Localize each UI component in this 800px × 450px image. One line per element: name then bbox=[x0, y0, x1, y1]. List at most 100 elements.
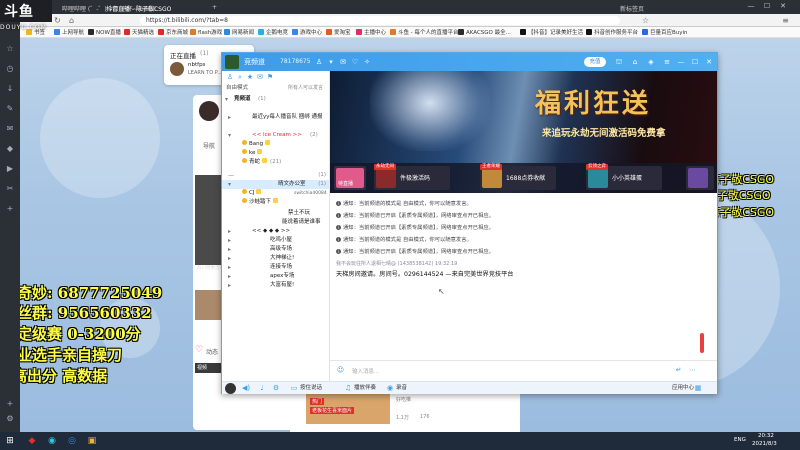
star-icon[interactable]: ☆ bbox=[5, 44, 15, 54]
heart-icon[interactable]: ♡ bbox=[195, 345, 203, 355]
chevron-icon[interactable]: ▾ bbox=[326, 57, 336, 67]
menu-icon[interactable]: ≡ bbox=[780, 15, 791, 26]
shop-icon[interactable]: ⛫ bbox=[614, 57, 624, 67]
promo-card[interactable]: 永劫无间 件极激活码 bbox=[374, 164, 450, 190]
channel-row[interactable]: 禁土不玩 bbox=[222, 209, 330, 218]
skin-icon[interactable]: ◈ bbox=[646, 57, 656, 67]
chat-input-area[interactable]: ☺ 输入消息... ↵ ⋯ bbox=[330, 361, 717, 381]
close-button[interactable]: ✕ bbox=[776, 2, 790, 12]
user-icon[interactable]: ♙ bbox=[226, 73, 234, 81]
feed-tab[interactable]: 视频 bbox=[195, 363, 223, 373]
chat-input-placeholder[interactable]: 输入消息... bbox=[352, 367, 379, 375]
bookmark-item[interactable]: 主播中心 bbox=[356, 28, 386, 36]
expand-icon[interactable]: ▸ bbox=[228, 245, 231, 254]
recharge-button[interactable]: 充值 bbox=[584, 57, 606, 67]
channel-row[interactable]: ▸ 高级专场 bbox=[222, 245, 330, 254]
minimize-button[interactable]: — bbox=[744, 2, 758, 12]
url-input[interactable]: https://t.bilibili.com/?tab=8 bbox=[140, 16, 620, 25]
settings-icon[interactable]: ⚙ bbox=[272, 384, 282, 393]
clock-date[interactable]: 2021/8/3 bbox=[752, 441, 777, 447]
channel-row[interactable]: ▸ 大神梯让! bbox=[222, 254, 330, 263]
chat-icon[interactable]: ✉ bbox=[5, 124, 15, 134]
push-to-talk-button[interactable]: ▭ 按住说话 bbox=[290, 384, 322, 393]
avatar[interactable] bbox=[225, 383, 236, 394]
user-row[interactable]: CJ switchia40084 bbox=[222, 189, 330, 198]
channel-row[interactable]: — (1) bbox=[222, 171, 330, 180]
maximize-icon[interactable]: ☐ bbox=[690, 57, 700, 67]
download-icon[interactable]: ↓ bbox=[5, 84, 15, 94]
message-sender[interactable]: 我不会玩往所人退相七晴@ (1438538142) 19:32:19 bbox=[336, 260, 457, 267]
expand-icon[interactable]: ▸ bbox=[228, 113, 231, 122]
send-icon[interactable]: ↵ bbox=[674, 366, 683, 375]
promo-card[interactable]: 王者荣耀 1688点券收献 bbox=[480, 164, 556, 190]
expand-icon[interactable]: ▸ bbox=[228, 254, 231, 263]
browser-icon[interactable]: ◎ bbox=[66, 435, 78, 447]
channel-row[interactable]: ▸ 连接专场 bbox=[222, 263, 330, 272]
user-row[interactable]: 沙蛙踏下 bbox=[222, 198, 330, 207]
channel-row[interactable]: ▸ 最近yy每人播音队 捆绑 通报 bbox=[222, 113, 330, 122]
user-row[interactable]: Bang bbox=[222, 140, 330, 149]
star-icon[interactable]: ★ bbox=[246, 73, 254, 81]
clip-icon[interactable]: ✂ bbox=[5, 184, 15, 194]
bookmark-item[interactable]: 巨量百应Buyin bbox=[642, 28, 688, 36]
bookmark-item[interactable]: 爱淘宝 bbox=[326, 28, 351, 36]
sign-icon[interactable]: ✧ bbox=[362, 57, 372, 67]
menu-icon[interactable]: ≡ bbox=[662, 57, 672, 67]
bookmark-item[interactable]: AKACSGO 最全... bbox=[458, 28, 511, 36]
expand-icon[interactable]: ▸ bbox=[228, 227, 231, 236]
game-icon[interactable]: ◆ bbox=[5, 144, 15, 154]
video-thumbnail[interactable] bbox=[195, 290, 221, 320]
expand-icon[interactable]: ▸ bbox=[228, 272, 231, 281]
browser-tab[interactable]: 新标签页 bbox=[614, 2, 674, 14]
minimize-icon[interactable]: — bbox=[676, 57, 686, 67]
channel-row[interactable]: ▾ << Ice Cream >> (2) bbox=[222, 131, 330, 140]
collapse-icon[interactable]: ▾ bbox=[228, 180, 231, 189]
search-icon[interactable]: ⌕ bbox=[236, 73, 244, 81]
music-button[interactable]: ♫ 播放伴奏 bbox=[344, 384, 376, 393]
mail-icon[interactable]: ✉ bbox=[338, 57, 348, 67]
note-icon[interactable]: ✎ bbox=[5, 104, 15, 114]
promo-card[interactable]: 待直播 bbox=[334, 166, 366, 190]
collapse-icon[interactable]: ▾ bbox=[225, 95, 228, 104]
bookmark-item[interactable]: flash游戏 bbox=[190, 28, 222, 36]
feed-card[interactable]: 热门 老板花生喜米面片 好吃推 1.1万 176 bbox=[290, 392, 520, 432]
promo-card[interactable] bbox=[686, 166, 714, 190]
person-icon[interactable]: ♙ bbox=[314, 57, 324, 67]
windows-start-icon[interactable]: ⊞ bbox=[4, 435, 16, 447]
add-icon[interactable]: + bbox=[5, 204, 15, 214]
bookmark-item[interactable]: 天猫精选 bbox=[124, 28, 154, 36]
star-icon[interactable]: ☆ bbox=[640, 15, 651, 26]
bookmark-item[interactable]: 上网导航 bbox=[54, 28, 84, 36]
bookmark-item[interactable]: 企鹅电竞 bbox=[258, 28, 288, 36]
browser-tab-active[interactable]: 抖音直播 - 陈子敬CSGO bbox=[100, 2, 200, 14]
channel-row[interactable]: ▸ << ◆ ◆ ◆ >> bbox=[222, 227, 330, 236]
clock-time[interactable]: 20:32 bbox=[758, 433, 774, 439]
home-icon[interactable]: ⌂ bbox=[630, 57, 640, 67]
bookmark-item[interactable]: 游戏中心 bbox=[292, 28, 322, 36]
promo-card[interactable]: 云顶之弈 小小英雄蛋 bbox=[586, 164, 662, 190]
speaker-icon[interactable]: ◀) bbox=[242, 384, 252, 393]
mic-icon[interactable]: ♩ bbox=[258, 384, 268, 393]
history-icon[interactable]: ◷ bbox=[5, 64, 15, 74]
user-row[interactable]: ke bbox=[222, 149, 330, 158]
language-indicator[interactable]: ENG bbox=[734, 437, 746, 443]
record-button[interactable]: ◉ 录音 bbox=[386, 384, 407, 393]
bookmark-item[interactable]: 斗鱼 - 每个人的直播平台 bbox=[390, 28, 458, 36]
filter-icon[interactable]: ⚑ bbox=[266, 73, 274, 81]
channel-row[interactable]: 能说着请是谁事 bbox=[222, 218, 330, 227]
user-row[interactable]: 青蛇 (21) bbox=[222, 158, 330, 167]
expand-icon[interactable]: ▸ bbox=[228, 263, 231, 272]
channel-row[interactable]: ▸ 吃鸡小屋 bbox=[222, 236, 330, 245]
collapse-icon[interactable]: ▾ bbox=[228, 131, 231, 140]
maximize-button[interactable]: ☐ bbox=[760, 2, 774, 12]
channel-row[interactable]: ▸ 大富有屋! bbox=[222, 281, 330, 290]
bookmark-item[interactable]: 【抖音】记录美好生活 bbox=[520, 28, 583, 36]
app-icon[interactable]: ▣ bbox=[86, 435, 98, 447]
bookmark-item[interactable]: 京东商城 bbox=[158, 28, 188, 36]
app-icon[interactable]: ◆ bbox=[26, 435, 38, 447]
heart-icon[interactable]: ♡ bbox=[350, 57, 360, 67]
expand-icon[interactable]: ▸ bbox=[228, 236, 231, 245]
video-icon[interactable]: ▶ bbox=[5, 164, 15, 174]
emoji-icon[interactable]: ☺ bbox=[336, 366, 345, 375]
app-icon[interactable]: ◉ bbox=[46, 435, 58, 447]
